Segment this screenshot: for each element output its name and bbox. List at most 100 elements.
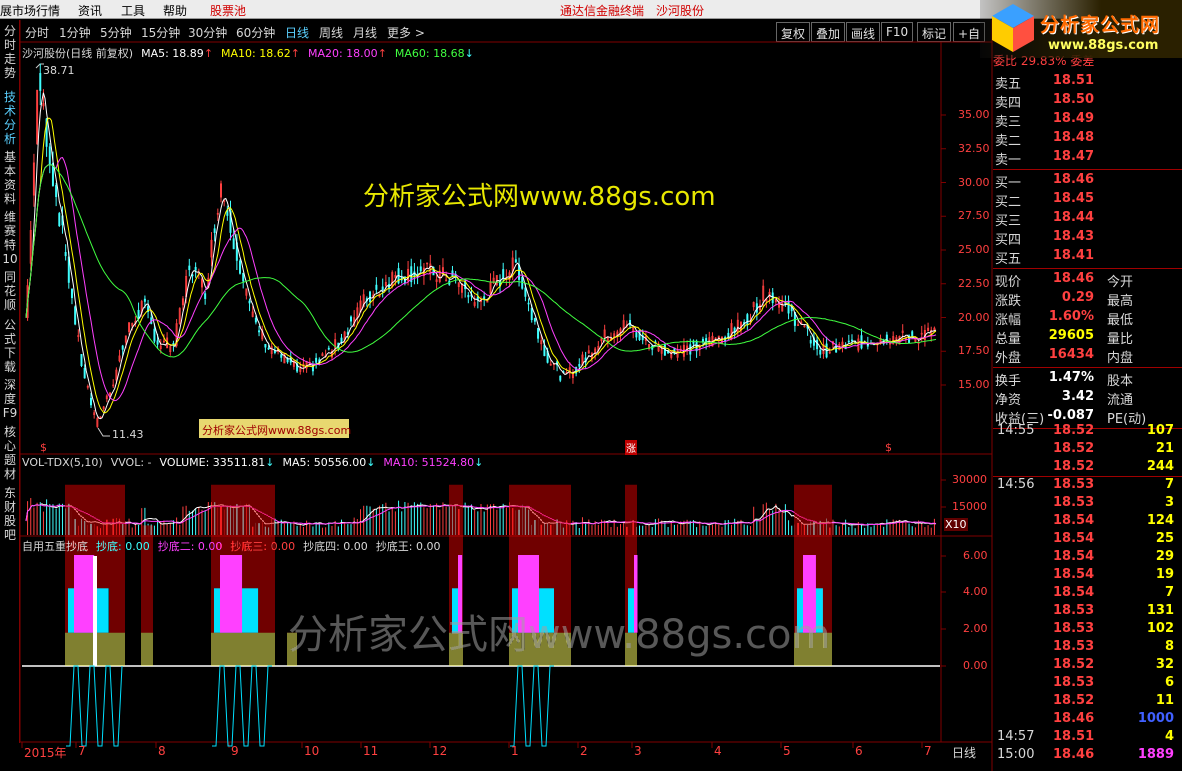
trade-volume: 7 (1164, 477, 1174, 492)
indicator-dip-line (66, 665, 123, 747)
candle-body (239, 260, 242, 274)
trade-row: 18.54 124 (993, 512, 1182, 530)
trade-row: 18.52 21 (993, 440, 1182, 458)
trade-volume: 21 (1155, 441, 1174, 456)
trade-volume: 4 (1164, 729, 1174, 744)
quote-row: 净资 3.42 流通 (993, 388, 1182, 408)
quote-row: 卖四 18.50 (993, 91, 1182, 111)
quote-label: 买二 (995, 195, 1022, 210)
indicator-panel-header: 自用五重抄底 抄底: 0.00 抄底二: 0.00 抄底三: 0.00 抄底四: 0.0… (22, 538, 449, 554)
trade-row: 18.52 11 (993, 692, 1182, 710)
watermark-main: 分析家公式网www.88gs.com (363, 182, 716, 212)
price-tick-label: 17.50 (958, 344, 990, 358)
quote-label: 外盘 (995, 351, 1022, 366)
candle-body (533, 318, 536, 322)
quote-row: 涨幅 1.60% 最低 (993, 308, 1182, 328)
trade-row: 18.54 19 (993, 566, 1182, 584)
trade-time: 14:56 (997, 477, 1035, 492)
candle-body (816, 339, 819, 350)
price-tick-label: 25.00 (958, 243, 990, 256)
trade-row: 18.52 32 (993, 656, 1182, 674)
limit-up-marker: 涨 (625, 440, 637, 455)
quote-value: 1.47% (1048, 370, 1094, 385)
cube-icon (992, 4, 1034, 52)
trade-row: 14:55 18.52 107 (993, 422, 1182, 440)
candle-body (638, 330, 641, 341)
trade-price: 18.54 (1053, 585, 1095, 600)
divider (993, 268, 1182, 269)
x-axis-label: 7 (78, 744, 86, 758)
trade-volume: 7 (1164, 585, 1174, 600)
trade-volume: 102 (1146, 621, 1174, 636)
candle-body (204, 293, 207, 299)
quote-label-secondary: 今开 (1107, 275, 1134, 290)
x-axis-label: 9 (231, 744, 239, 758)
x-axis-label: 7 (924, 744, 932, 758)
quote-value: 1.60% (1048, 309, 1094, 324)
x-axis-label: 6 (855, 744, 863, 758)
price-tick-label: 30.00 (958, 175, 990, 189)
header-value: 抄底四: 0.00 (303, 540, 368, 553)
quote-value: 18.46 (1052, 271, 1094, 286)
price-tick-label: 15.00 (958, 378, 990, 391)
x-axis-label: 8 (158, 744, 166, 758)
quote-value: 18.51 (1052, 73, 1094, 88)
divider (993, 476, 1182, 477)
trade-volume: 1889 (1137, 747, 1174, 762)
trend-arrow-icon: ↓ (464, 47, 474, 60)
tick-trades-list[interactable]: 14:55 18.52 107 18.52 21 18.52 244 14:56 18.53 7 1… (993, 422, 1182, 771)
candle-body (188, 265, 191, 271)
candle-body (771, 292, 774, 304)
header-value: VOLUME: 33511.81 (159, 456, 266, 469)
price-tick-label: 27.50 (958, 209, 990, 223)
x-axis-label: 2 (580, 744, 588, 758)
trade-row: 14:57 18.51 4 (993, 728, 1182, 746)
trade-price: 18.53 (1053, 477, 1095, 492)
quote-label-secondary: 最高 (1107, 294, 1134, 309)
watermark-box: 分析家公式网www.88gs.com (199, 419, 351, 438)
trade-time: 14:57 (997, 729, 1035, 744)
trend-arrow-icon: ↓ (265, 456, 275, 469)
trade-price: 18.53 (1053, 639, 1095, 654)
quote-label-secondary: 流通 (1107, 393, 1134, 408)
trade-price: 18.52 (1053, 423, 1095, 438)
trade-price: 18.52 (1053, 459, 1095, 474)
header-value: MA5: 18.89 (141, 47, 204, 60)
trade-volume: 131 (1146, 603, 1174, 618)
price-panel-header: 沙河股份(日线 前复权) MA5: 18.89↑ MA10: 18.62↑ MA20:… (22, 45, 482, 61)
quote-value: 29605 (1048, 328, 1094, 343)
indicator-dip-line (510, 665, 554, 747)
trade-price: 18.52 (1053, 693, 1095, 708)
quote-label: 卖一 (995, 153, 1022, 168)
quote-row: 换手 1.47% 股本 (993, 369, 1182, 389)
quote-label-secondary: 最低 (1107, 313, 1134, 328)
quote-label: 买一 (995, 176, 1022, 191)
trade-price: 18.54 (1053, 531, 1095, 546)
indicator-tick-label: 0.00 (963, 659, 988, 672)
trade-price: 18.46 (1053, 747, 1095, 762)
quote-row: 卖二 18.48 (993, 129, 1182, 149)
quote-row: 买四 18.43 (993, 228, 1182, 248)
trend-arrow-icon: ↓ (366, 456, 376, 469)
volume-tick-label: 15000 (952, 500, 987, 513)
moving-average-lines (25, 92, 937, 420)
quote-value: 18.50 (1052, 92, 1094, 107)
header-value: 抄底三: 0.00 (230, 540, 296, 553)
trade-price: 18.54 (1053, 567, 1095, 582)
trade-row: 18.53 8 (993, 638, 1182, 656)
trade-row: 18.53 131 (993, 602, 1182, 620)
quote-label: 卖四 (995, 96, 1022, 111)
trend-arrow-icon: ↑ (290, 47, 300, 60)
trade-volume: 19 (1155, 567, 1174, 582)
candle-body (514, 259, 517, 263)
candle-body (381, 286, 384, 291)
candle-body (137, 309, 140, 318)
trade-volume: 8 (1164, 639, 1174, 654)
indicator-highlight (93, 556, 97, 666)
trade-row: 14:56 18.53 7 (993, 476, 1182, 494)
quote-label: 卖五 (995, 77, 1022, 92)
x-axis-label: 10 (304, 744, 320, 758)
quote-value: 18.47 (1052, 149, 1094, 164)
x-axis-label: 2015年 (24, 746, 67, 760)
header-value: 沙河股份(日线 前复权) (22, 47, 134, 60)
